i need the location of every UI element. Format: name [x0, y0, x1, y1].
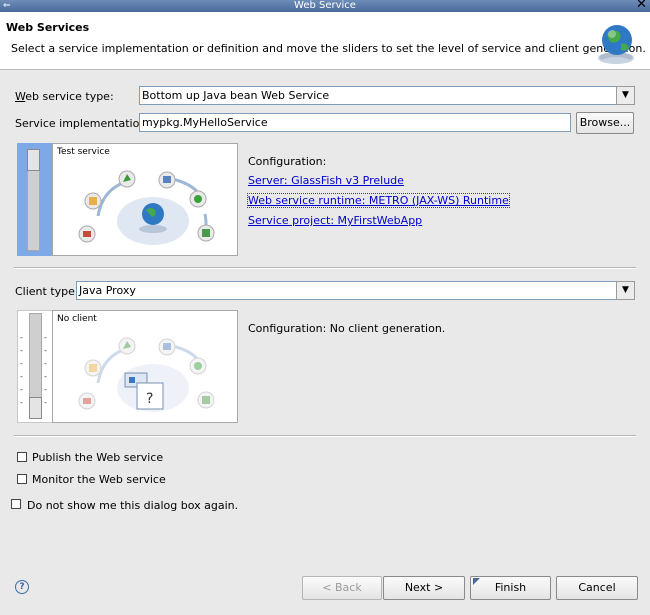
web-service-type-label: Web service type: [15, 90, 114, 103]
client-preview-panel: No client ? [52, 310, 238, 423]
service-lifecycle-diagram [78, 170, 215, 245]
monitor-checkbox[interactable] [17, 474, 27, 484]
separator [14, 435, 636, 437]
client-slider-level-label: No client [57, 314, 97, 324]
finish-button[interactable]: Finish [470, 576, 551, 600]
cancel-button[interactable]: Cancel [556, 576, 638, 600]
svg-text:?: ? [146, 391, 153, 407]
separator [14, 267, 636, 269]
dont-show-again-label[interactable]: Do not show me this dialog box again. [27, 499, 238, 512]
client-slider-ticks-right: ------ [44, 333, 47, 407]
page-description: Select a service implementation or defin… [11, 42, 646, 55]
client-slider-thumb[interactable] [29, 397, 42, 419]
web-service-type-dropdown-icon[interactable]: ▼ [616, 86, 635, 105]
client-type-combo[interactable]: Java Proxy [76, 281, 617, 300]
window-title-bar[interactable]: Web Service [0, 0, 650, 12]
server-link[interactable]: Server: GlassFish v3 Prelude [248, 174, 404, 187]
service-slider-area[interactable] [17, 143, 53, 256]
client-type-label: Client type: [15, 285, 79, 298]
runtime-link[interactable]: Web service runtime: METRO (JAX-WS) Runt… [247, 193, 510, 208]
back-button[interactable]: < Back [302, 576, 382, 600]
client-configuration-text: Configuration: No client generation. [248, 322, 446, 335]
client-proxy-icon: ? [124, 372, 164, 410]
window-menu-icon[interactable]: ⇐ [3, 0, 13, 12]
client-slider-area[interactable]: ------ ------ [17, 310, 53, 423]
browse-button[interactable]: Browse... [576, 112, 634, 134]
client-slider-ticks-left: ------ [20, 333, 23, 407]
monitor-label[interactable]: Monitor the Web service [32, 473, 166, 486]
page-title: Web Services [6, 21, 90, 34]
finish-default-marker-icon [473, 578, 480, 585]
service-slider-thumb[interactable] [27, 149, 40, 171]
web-service-type-combo[interactable]: Bottom up Java bean Web Service [139, 86, 617, 105]
service-configuration-label: Configuration: [248, 155, 327, 168]
window-title: Web Service [294, 0, 356, 11]
publish-label[interactable]: Publish the Web service [32, 451, 163, 464]
publish-checkbox[interactable] [17, 452, 27, 462]
client-type-dropdown-icon[interactable]: ▼ [616, 281, 635, 300]
finish-label: Finish [494, 581, 527, 594]
service-slider-level-label: Test service [57, 147, 110, 157]
service-project-link[interactable]: Service project: MyFirstWebApp [248, 214, 422, 227]
globe-with-hand-icon [598, 25, 634, 64]
help-icon[interactable]: ? [15, 580, 29, 594]
service-preview-panel: Test service [52, 143, 238, 256]
service-implementation-label: Service implementation: [15, 117, 151, 130]
dont-show-again-checkbox[interactable] [11, 499, 21, 509]
next-button[interactable]: Next > [383, 576, 465, 600]
service-implementation-input[interactable]: mypkg.MyHelloService [139, 113, 571, 132]
wizard-header: Web Services Select a service implementa… [0, 12, 650, 70]
window-close-icon[interactable]: ✕ [636, 0, 648, 12]
